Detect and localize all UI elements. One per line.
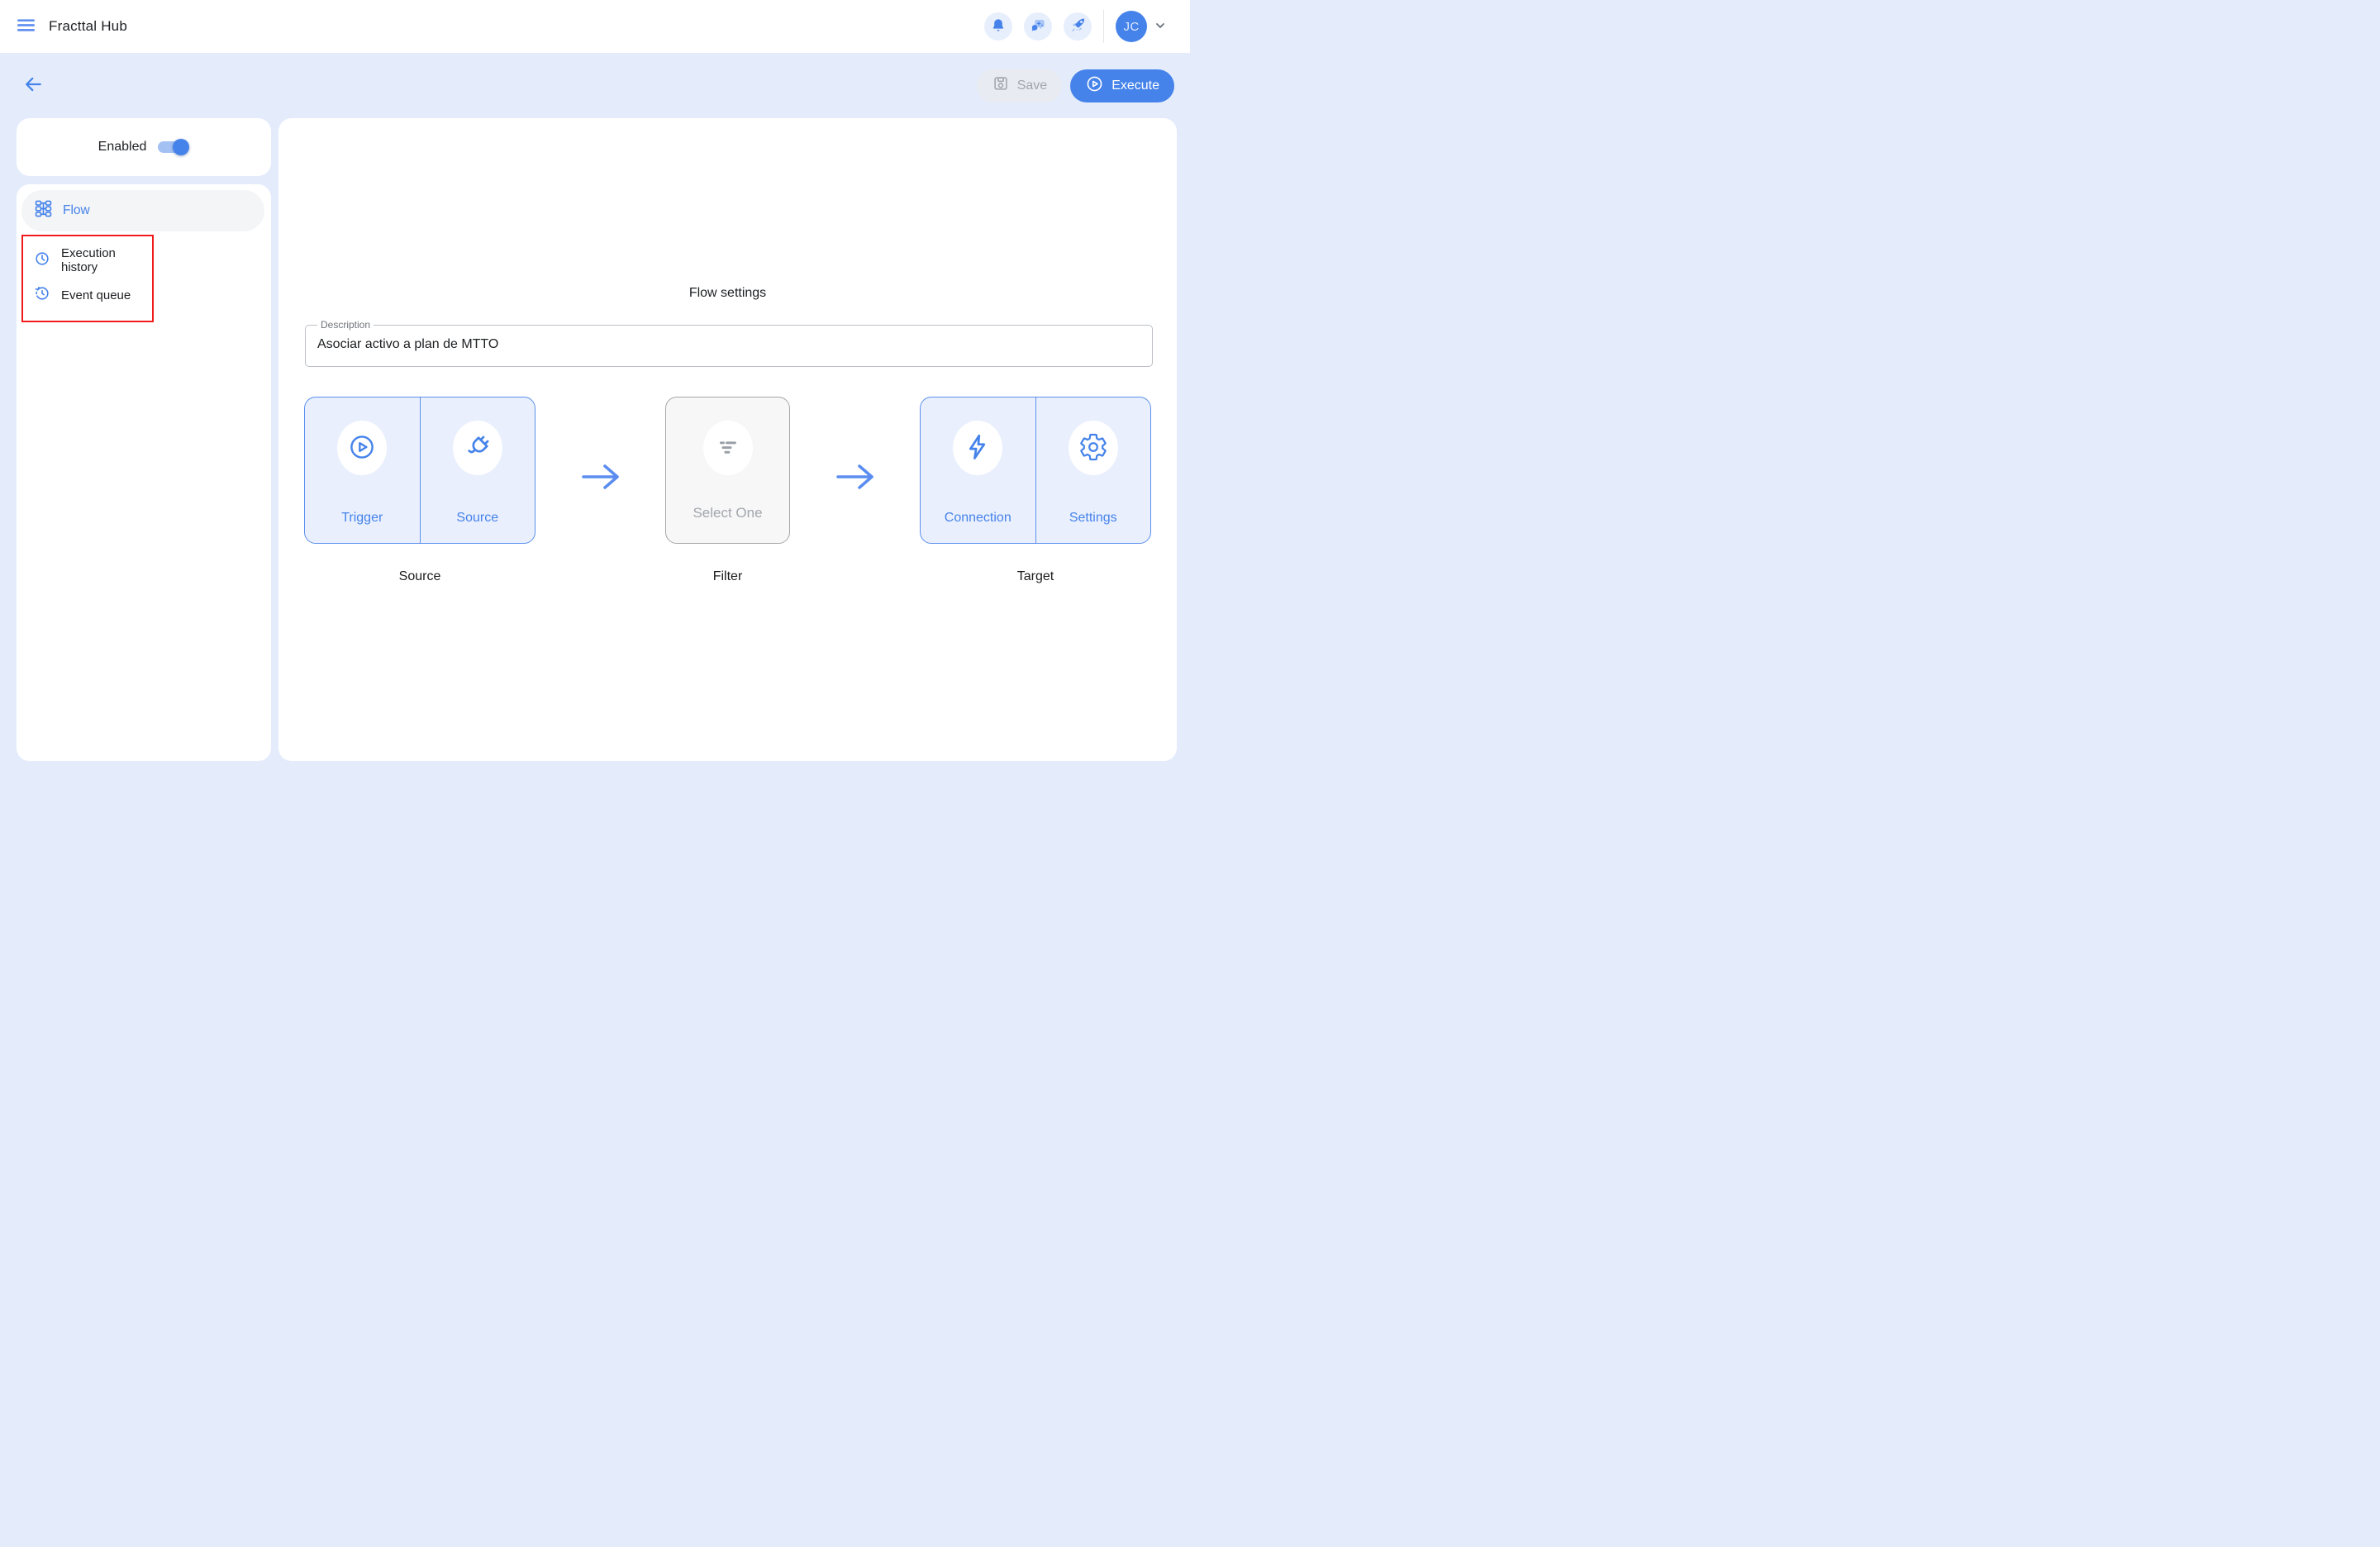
arrow-right-icon	[579, 460, 622, 497]
play-circle-icon	[1085, 74, 1104, 98]
filter-select-button[interactable]: Select One	[665, 397, 790, 544]
hamburger-menu-icon	[16, 15, 36, 38]
icon-halo	[337, 421, 387, 475]
header-actions: JC	[973, 10, 1167, 43]
enabled-label: Enabled	[98, 140, 147, 155]
play-circle-icon	[347, 432, 377, 464]
description-field: Description	[305, 319, 1153, 367]
icon-halo	[953, 421, 1002, 475]
icon-halo	[703, 421, 753, 475]
sidebar-item-event-queue[interactable]: Event queue	[29, 278, 152, 312]
execute-button[interactable]: Execute	[1070, 69, 1174, 102]
ai-chat-icon	[1030, 17, 1047, 36]
rocket-button[interactable]	[1064, 12, 1092, 40]
back-button[interactable]	[17, 69, 50, 102]
sidebar-item-label: Flow	[63, 203, 90, 218]
flow-group-labels: Source Filter Target	[278, 569, 1177, 584]
sidebar-item-label: Event queue	[61, 288, 131, 302]
filter-lines-icon	[713, 432, 743, 464]
target-group-label: Target	[920, 569, 1151, 584]
source-group-label: Source	[304, 569, 536, 584]
sidebar-item-execution-history[interactable]: Execution history	[29, 243, 152, 278]
menu-button[interactable]	[16, 15, 36, 38]
spacer	[536, 569, 665, 584]
red-annotation-rectangle: Execution history Event queue	[21, 235, 154, 322]
save-button-label: Save	[1017, 79, 1047, 93]
page-title: Fracttal Hub	[49, 18, 127, 35]
fracttal-hub-page: Fracttal Hub	[0, 0, 1190, 774]
sidebar-item-label: Execution history	[61, 246, 147, 274]
bell-icon	[990, 17, 1007, 36]
icon-halo	[453, 421, 502, 475]
plug-icon	[463, 432, 493, 464]
settings-button[interactable]: Settings	[1036, 397, 1151, 543]
back-arrow-icon	[22, 74, 44, 98]
flow-icon	[35, 200, 52, 221]
settings-label: Settings	[1069, 511, 1117, 526]
target-node-card: Connection Settings	[920, 397, 1151, 544]
toolbar-actions: Save Execute	[977, 69, 1174, 102]
avatar: JC	[1116, 11, 1147, 42]
trigger-label: Trigger	[341, 511, 383, 526]
trigger-button[interactable]: Trigger	[305, 397, 421, 543]
app-header: Fracttal Hub	[0, 0, 1190, 53]
chevron-down-icon	[1154, 19, 1167, 35]
sidebar-item-flow[interactable]: Flow	[21, 190, 264, 231]
flow-toolbar: Save Execute	[0, 53, 1190, 118]
connection-button[interactable]: Connection	[921, 397, 1036, 543]
enabled-toggle[interactable]	[158, 139, 189, 155]
flow-settings-card: Flow settings Description	[278, 118, 1177, 761]
execute-button-label: Execute	[1111, 79, 1159, 93]
flow-settings-heading: Flow settings	[278, 118, 1177, 301]
source-label: Source	[456, 511, 498, 526]
description-field-label: Description	[317, 319, 374, 331]
profile-menu-button[interactable]: JC	[1116, 11, 1167, 42]
save-button[interactable]: Save	[977, 69, 1062, 102]
toggle-thumb	[173, 139, 189, 155]
content-area: Enabled	[0, 118, 1190, 774]
connection-label: Connection	[945, 511, 1011, 526]
sidebar: Enabled	[17, 118, 271, 761]
flow-diagram-row: Trigger	[278, 397, 1177, 544]
arrow-cell	[536, 397, 665, 544]
source-node-card: Trigger	[304, 397, 536, 544]
notifications-button[interactable]	[984, 12, 1012, 40]
filter-node-cell: Select One	[665, 397, 790, 544]
save-floppy-icon	[992, 74, 1010, 97]
clock-icon	[34, 250, 50, 270]
history-clock-icon	[34, 285, 50, 305]
filter-group-label: Filter	[665, 569, 790, 584]
arrow-cell	[790, 397, 920, 544]
description-input[interactable]	[317, 331, 1141, 352]
ai-chat-button[interactable]	[1024, 12, 1052, 40]
header-divider	[1103, 10, 1104, 43]
sidebar-nav-card: Flow Execution history	[17, 184, 271, 761]
enabled-card: Enabled	[17, 118, 271, 176]
rocket-icon	[1069, 17, 1087, 36]
gear-icon	[1078, 432, 1108, 464]
arrow-right-icon	[834, 460, 877, 497]
spacer	[790, 569, 920, 584]
bolt-icon	[963, 432, 992, 464]
source-connector-button[interactable]: Source	[421, 397, 536, 543]
icon-halo	[1069, 421, 1118, 475]
filter-placeholder: Select One	[693, 505, 762, 521]
